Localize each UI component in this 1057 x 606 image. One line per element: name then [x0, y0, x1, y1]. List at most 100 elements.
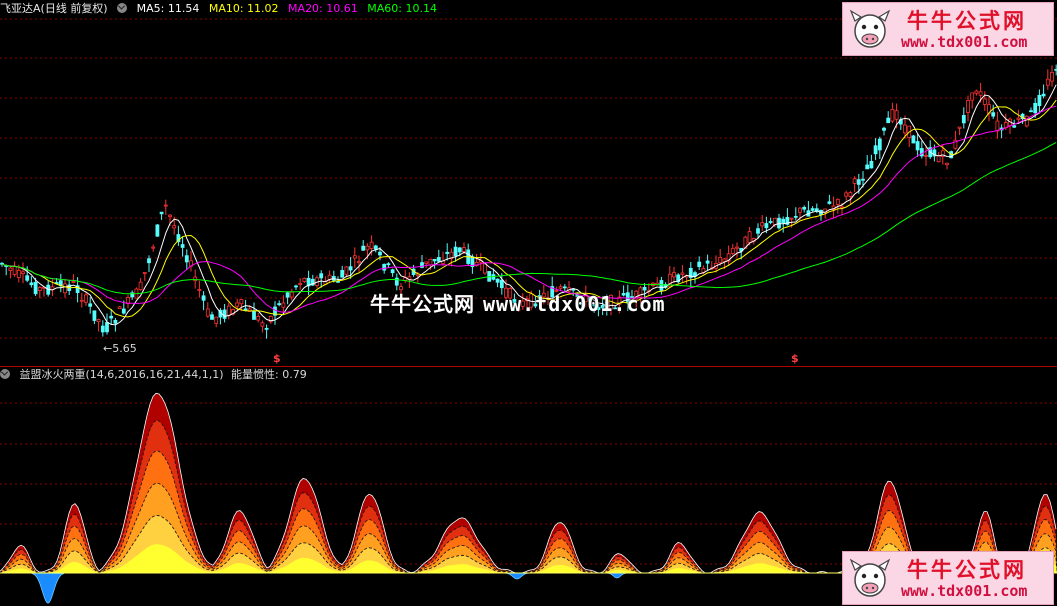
candle-body: [214, 316, 219, 324]
candle-body: [96, 319, 101, 323]
low-price-label: ←5.65: [103, 342, 137, 355]
candle-body: [777, 217, 781, 229]
candle-body: [760, 222, 765, 227]
candle-body: [147, 258, 151, 264]
event-marker-2[interactable]: $: [791, 352, 799, 365]
candle-body: [1041, 93, 1046, 97]
candle-body: [680, 272, 685, 275]
watermark-title: 牛牛公式网: [370, 292, 475, 316]
candle-body: [100, 325, 105, 333]
candle-body: [672, 272, 676, 278]
candle-body: [109, 315, 114, 319]
candle-body: [991, 112, 996, 117]
candle-body: [117, 306, 122, 310]
candle-body: [462, 247, 466, 253]
candle-body: [33, 281, 38, 295]
candle-body: [869, 160, 874, 169]
candle-body: [445, 251, 450, 254]
candle-body: [142, 272, 147, 274]
candle-body: [184, 255, 189, 263]
candle-body: [344, 266, 349, 275]
watermark-url: www.tdx001.com: [483, 292, 666, 316]
candle-body: [222, 309, 227, 319]
candle-body: [978, 91, 983, 96]
candle-body: [8, 267, 13, 271]
candle-body: [264, 327, 269, 330]
candle-body: [428, 258, 433, 266]
candle-body: [877, 138, 882, 151]
candle-body: [848, 192, 853, 197]
candle-body: [12, 265, 17, 275]
candle-body: [432, 258, 437, 262]
badge-url: www.tdx001.com: [901, 582, 1028, 600]
settings-toggle-icon[interactable]: [0, 369, 10, 379]
candle-body: [865, 164, 870, 170]
candle-body: [373, 245, 378, 250]
candle-body: [159, 211, 164, 215]
candle-body: [294, 285, 298, 288]
candle-body: [243, 308, 248, 311]
candle-body: [210, 314, 214, 320]
indicator-name[interactable]: 益盟冰火两重(14,6,2016,16,21,44,1,1): [20, 368, 224, 381]
candle-body: [29, 282, 34, 286]
candle-body: [798, 207, 802, 213]
candle-body: [453, 246, 458, 257]
candle-body: [25, 275, 30, 281]
candle-body: [903, 124, 907, 134]
candle-body: [348, 266, 353, 271]
candle-body: [924, 154, 928, 157]
candle-body: [71, 281, 76, 283]
indicator-value: 能量惯性: 0.79: [231, 368, 307, 381]
candle-body: [735, 246, 739, 249]
candle-body: [151, 246, 156, 249]
candle-body: [357, 260, 361, 264]
candle-body: [764, 223, 769, 229]
candle-body: [894, 110, 899, 120]
candle-body: [802, 206, 807, 210]
candle-body: [890, 108, 895, 122]
candle-body: [172, 225, 177, 229]
candle-body: [382, 263, 387, 271]
ma20-line: [1, 105, 1057, 313]
candle-body: [1024, 115, 1029, 127]
candle-body: [499, 279, 504, 289]
candle-body: [873, 145, 878, 155]
candle-body: [424, 261, 429, 264]
candle-body: [793, 216, 798, 218]
candle-body: [260, 322, 265, 327]
candle-body: [239, 299, 244, 305]
candle-body: [21, 271, 25, 274]
badge-title: 牛牛公式网: [907, 558, 1027, 582]
candle-body: [1037, 94, 1042, 107]
cow-logo-icon: [849, 9, 891, 48]
candle-body: [730, 247, 735, 254]
candle-body: [16, 269, 21, 278]
candle-body: [768, 221, 773, 223]
ice-dip: [31, 572, 65, 604]
candle-body: [92, 310, 97, 321]
candle-body: [302, 277, 307, 282]
candle-body: [298, 283, 303, 285]
event-marker-1[interactable]: $: [273, 352, 281, 365]
candle-body: [911, 135, 916, 144]
candle-body: [63, 283, 67, 294]
candle-body: [852, 178, 857, 184]
candle-body: [856, 179, 861, 185]
candle-body: [155, 224, 160, 237]
candle-body: [285, 292, 290, 298]
candle-body: [495, 278, 500, 283]
candle-body: [756, 228, 760, 234]
candle-body: [386, 263, 391, 266]
ma10-line: [1, 99, 1057, 318]
candle-body: [319, 273, 324, 279]
candle-body: [835, 198, 840, 205]
candle-body: [256, 316, 261, 321]
candle-body: [974, 90, 979, 94]
candle-body: [722, 258, 727, 262]
candle-body: [168, 214, 172, 218]
brand-badge-bottom: 牛牛公式网 www.tdx001.com: [842, 551, 1054, 605]
candle-body: [197, 289, 202, 291]
candle-body: [982, 98, 987, 105]
candle-body: [718, 257, 723, 264]
candle-body: [378, 251, 382, 256]
